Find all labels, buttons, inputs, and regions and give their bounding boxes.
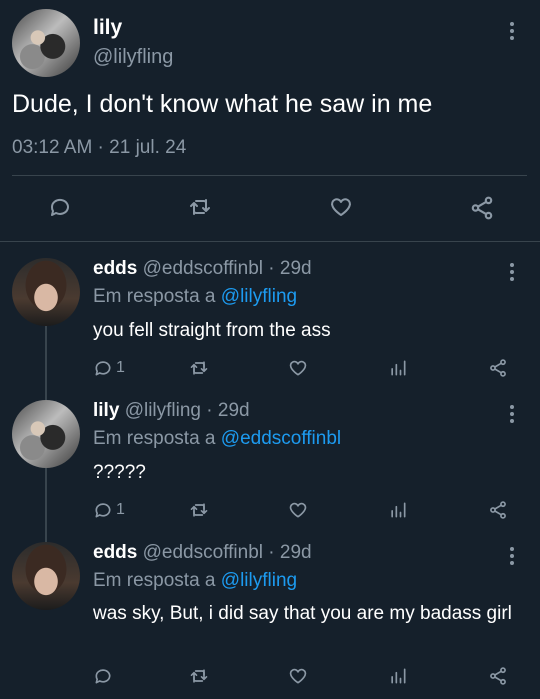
reply-author-handle[interactable]: @lilyfling [125, 400, 201, 421]
views-icon[interactable] [388, 358, 408, 378]
like-icon[interactable] [288, 666, 308, 686]
reply-context: Em resposta a @lilyfling [93, 286, 297, 308]
reply-icon[interactable] [48, 195, 72, 219]
reply-count: 1 [116, 501, 125, 518]
tweet-timestamp[interactable]: 03:12 AM · 21 jul. 24 [12, 137, 186, 159]
reply-action[interactable]: 1 [93, 500, 125, 520]
reply-author-handle[interactable]: @eddscoffinbl [143, 258, 263, 279]
reply-context-prefix: Em resposta a [93, 428, 216, 449]
reply-context: Em resposta a @eddscoffinbl [93, 428, 341, 450]
reply-action[interactable]: 1 [93, 358, 125, 378]
reply-text: ????? [93, 462, 146, 483]
divider [0, 241, 540, 242]
reply-icon[interactable] [93, 666, 113, 686]
reply-text: you fell straight from the ass [93, 320, 331, 341]
reply-to-mention[interactable]: @lilyfling [221, 570, 297, 591]
reply-count: 1 [116, 359, 125, 376]
share-icon[interactable] [488, 666, 508, 686]
more-options-icon[interactable] [510, 547, 514, 565]
retweet-icon[interactable] [187, 195, 213, 219]
divider [12, 175, 527, 176]
more-options-icon[interactable] [510, 405, 514, 423]
reply-age: · 29d [206, 400, 250, 421]
reply-author-name[interactable]: lily [93, 400, 119, 421]
reply-header: edds @eddscoffinbl · 29d [93, 542, 312, 564]
avatar[interactable] [12, 258, 80, 326]
like-icon[interactable] [288, 358, 308, 378]
reply-to-mention[interactable]: @lilyfling [221, 286, 297, 307]
reply-to-mention[interactable]: @eddscoffinbl [221, 428, 341, 449]
tweet-text: Dude, I don't know what he saw in me [12, 90, 433, 118]
reply-header: edds @eddscoffinbl · 29d [93, 258, 312, 280]
avatar[interactable] [12, 400, 80, 468]
reply-context-prefix: Em resposta a [93, 286, 216, 307]
retweet-icon[interactable] [188, 500, 210, 520]
author-avatar[interactable] [12, 9, 80, 77]
reply-icon[interactable] [93, 500, 113, 520]
reply-age: · 29d [268, 542, 312, 563]
share-icon[interactable] [488, 358, 508, 378]
author-name[interactable]: lily [93, 16, 122, 40]
avatar[interactable] [12, 542, 80, 610]
more-options-icon[interactable] [510, 263, 514, 281]
views-icon[interactable] [388, 500, 408, 520]
like-icon[interactable] [288, 500, 308, 520]
more-options-icon[interactable] [510, 22, 514, 40]
reply-context: Em resposta a @lilyfling [93, 570, 297, 592]
thread-line [45, 468, 47, 542]
share-icon[interactable] [488, 500, 508, 520]
reply-text: was sky, But, i did say that you are my … [93, 603, 512, 624]
retweet-icon[interactable] [188, 358, 210, 378]
retweet-icon[interactable] [188, 666, 210, 686]
reply-age: · 29d [268, 258, 312, 279]
reply-author-name[interactable]: edds [93, 258, 137, 279]
views-icon[interactable] [388, 666, 408, 686]
reply-header: lily @lilyfling · 29d [93, 400, 250, 422]
reply-author-name[interactable]: edds [93, 542, 137, 563]
reply-author-handle[interactable]: @eddscoffinbl [143, 542, 263, 563]
share-icon[interactable] [469, 195, 495, 221]
reply-icon[interactable] [93, 358, 113, 378]
like-icon[interactable] [329, 195, 353, 219]
author-handle[interactable]: @lilyfling [93, 46, 173, 69]
reply-context-prefix: Em resposta a [93, 570, 216, 591]
thread-line [45, 326, 47, 400]
